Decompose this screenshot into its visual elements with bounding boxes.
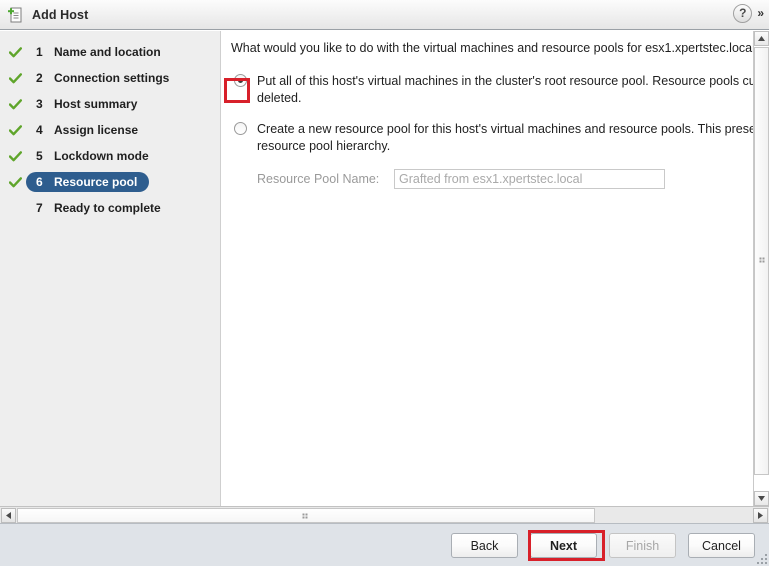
next-button[interactable]: Next [530,533,597,558]
add-host-icon [7,6,25,24]
finish-button: Finish [609,533,676,558]
wizard-step-number: 5 [36,149,43,163]
wizard-step-label: Assign license [54,123,139,137]
cancel-button[interactable]: Cancel [688,533,755,558]
scroll-down-icon[interactable] [754,491,769,506]
checkmark-icon [6,150,24,162]
horizontal-scrollbar[interactable] [0,506,769,523]
wizard-step-list: 1 Name and location 2 Connection settings 3 H… [0,31,220,221]
wizard-step-connection-settings[interactable]: 2 Connection settings [0,65,220,91]
wizard-step-pill: 7 Ready to complete [26,198,173,218]
radio-root-pool[interactable] [234,74,247,87]
titlebar-actions: ? » [733,4,765,23]
wizard-content-pane: What would you like to do with the virtu… [221,31,753,506]
option-root-pool[interactable]: Put all of this host's virtual machines … [231,73,753,107]
vertical-scrollbar-thumb[interactable] [754,47,769,475]
wizard-step-number: 2 [36,71,43,85]
scroll-up-icon[interactable] [754,31,769,46]
wizard-steps-sidebar: 1 Name and location 2 Connection settings 3 H… [0,31,220,506]
wizard-step-label: Resource pool [54,175,138,189]
wizard-step-assign-license[interactable]: 4 Assign license [0,117,220,143]
wizard-step-label: Name and location [54,45,161,59]
window-title: Add Host [32,7,89,22]
checkmark-icon [6,124,24,136]
resource-pool-name-row: Resource Pool Name: [257,169,753,189]
wizard-step-number: 1 [36,45,43,59]
wizard-step-name-and-location[interactable]: 1 Name and location [0,39,220,65]
wizard-step-label: Host summary [54,97,138,111]
vertical-scrollbar[interactable] [753,31,769,506]
window-titlebar: Add Host ? » [0,0,769,30]
help-icon[interactable]: ? [733,4,753,23]
chevron-double-right-icon[interactable]: » [756,4,765,23]
resource-pool-name-label: Resource Pool Name: [257,172,380,186]
wizard-step-host-summary[interactable]: 3 Host summary [0,91,220,117]
wizard-step-lockdown-mode[interactable]: 5 Lockdown mode [0,143,220,169]
wizard-step-pill: 3 Host summary [26,94,149,114]
wizard-step-label: Connection settings [54,71,170,85]
back-button[interactable]: Back [451,533,518,558]
checkmark-icon [6,72,24,84]
wizard-step-number: 4 [36,123,43,137]
scrollbar-grip-icon [759,257,764,265]
checkmark-icon [6,98,24,110]
option-root-pool-label: Put all of this host's virtual machines … [257,74,753,105]
radio-new-pool[interactable] [234,122,247,135]
wizard-step-ready-to-complete[interactable]: 7 Ready to complete [0,195,220,221]
checkmark-icon [6,46,24,58]
wizard-step-pill: 4 Assign license [26,120,150,140]
wizard-step-number: 7 [36,201,43,215]
scroll-right-icon[interactable] [753,508,768,523]
wizard-content-inner: What would you like to do with the virtu… [221,31,753,189]
add-host-wizard-window: Add Host ? » 1 Name and location 2 Connecti… [0,0,769,566]
wizard-step-pill: 1 Name and location [26,42,173,62]
option-new-pool[interactable]: Create a new resource pool for this host… [231,121,753,155]
footer-button-row: Back Next Finish Cancel [451,533,755,558]
resource-pool-name-input[interactable] [394,169,665,189]
wizard-step-resource-pool[interactable]: 6 Resource pool [0,169,220,195]
page-question: What would you like to do with the virtu… [231,41,753,55]
scroll-left-icon[interactable] [1,508,16,523]
wizard-step-number: 3 [36,97,43,111]
wizard-step-label: Lockdown mode [54,149,149,163]
wizard-step-pill: 2 Connection settings [26,68,181,88]
checkmark-icon [6,176,24,188]
scrollbar-grip-icon [302,513,310,518]
wizard-step-label: Ready to complete [54,201,161,215]
wizard-step-number: 6 [36,175,43,189]
option-new-pool-label: Create a new resource pool for this host… [257,122,753,153]
wizard-footer: Back Next Finish Cancel [0,523,769,566]
wizard-step-pill: 5 Lockdown mode [26,146,161,166]
wizard-step-pill: 6 Resource pool [26,172,150,192]
resize-grip-icon[interactable] [757,554,767,564]
horizontal-scrollbar-thumb[interactable] [17,508,595,523]
